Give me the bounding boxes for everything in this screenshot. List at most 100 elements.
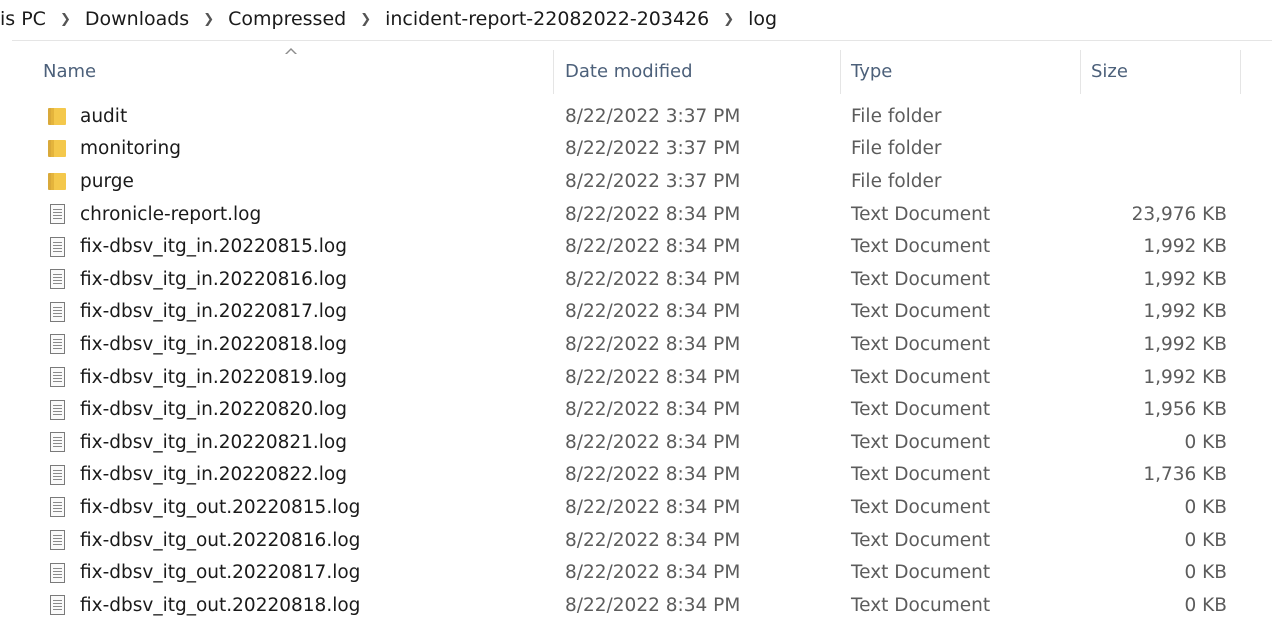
file-size: 1,992 KB [1143,366,1227,388]
file-name: fix-dbsv_itg_in.20220815.log [80,236,347,258]
breadcrumb-downloads[interactable]: Downloads [81,8,193,30]
text-file-icon [49,562,65,583]
text-file-icon [49,367,65,388]
file-date-modified: 8/22/2022 8:34 PM [565,496,741,518]
file-name: fix-dbsv_itg_in.20220819.log [80,366,347,388]
chevron-right-icon[interactable]: ❯ [50,12,81,27]
file-row[interactable]: fix-dbsv_itg_in.20220817.log 8/22/2022 8:… [0,296,1272,329]
file-size: 1,992 KB [1143,301,1227,323]
text-file-icon [49,464,65,485]
breadcrumb-log[interactable]: log [744,8,781,30]
text-file-icon [49,497,65,518]
file-size: 0 KB [1184,594,1227,616]
file-name: fix-dbsv_itg_in.20220816.log [80,268,347,290]
file-name: monitoring [80,138,181,160]
file-icon-cell [46,393,68,426]
file-name: fix-dbsv_itg_out.20220818.log [80,594,361,616]
file-row[interactable]: purge 8/22/2022 3:37 PM File folder [0,165,1272,198]
file-name: fix-dbsv_itg_in.20220822.log [80,464,347,486]
file-size: 1,956 KB [1143,399,1227,421]
file-name: purge [80,170,134,192]
file-date-modified: 8/22/2022 8:34 PM [565,594,741,616]
file-row[interactable]: fix-dbsv_itg_in.20220821.log 8/22/2022 8:… [0,426,1272,459]
file-size: 1,992 KB [1143,333,1227,355]
text-file-icon [49,530,65,551]
file-name: fix-dbsv_itg_in.20220817.log [80,301,347,323]
file-row[interactable]: fix-dbsv_itg_in.20220820.log 8/22/2022 8:… [0,393,1272,426]
file-row[interactable]: chronicle-report.log 8/22/2022 8:34 PM Tex… [0,198,1272,231]
file-icon-cell [46,426,68,459]
file-type: Text Document [851,236,991,258]
file-type: Text Document [851,529,991,551]
file-row[interactable]: fix-dbsv_itg_out.20220817.log 8/22/2022 8… [0,556,1272,589]
file-list: audit 8/22/2022 3:37 PM File folder monitor… [0,100,1272,622]
text-file-icon [49,301,65,322]
file-type: Text Document [851,301,991,323]
file-size: 0 KB [1184,529,1227,551]
file-date-modified: 8/22/2022 8:34 PM [565,268,741,290]
column-header-type[interactable]: Type [851,44,1077,98]
file-icon-cell [46,524,68,557]
file-row[interactable]: fix-dbsv_itg_out.20220816.log 8/22/2022 8… [0,524,1272,557]
file-size: 1,992 KB [1143,268,1227,290]
chevron-right-icon[interactable]: ❯ [350,12,381,27]
file-size: 0 KB [1184,496,1227,518]
file-type: Text Document [851,562,991,584]
file-icon-cell [46,263,68,296]
file-row[interactable]: fix-dbsv_itg_out.20220818.log 8/22/2022 8… [0,589,1272,622]
breadcrumb-compressed[interactable]: Compressed [224,8,350,30]
file-icon-cell [46,328,68,361]
file-date-modified: 8/22/2022 3:37 PM [565,138,741,160]
file-row[interactable]: fix-dbsv_itg_in.20220818.log 8/22/2022 8:… [0,328,1272,361]
column-header-date-modified[interactable]: Date modified [565,44,839,98]
column-resize-handle[interactable] [1080,50,1081,94]
file-name: fix-dbsv_itg_in.20220818.log [80,333,347,355]
breadcrumb: is PC ❯ Downloads ❯ Compressed ❯ inciden… [0,0,1272,38]
file-name: fix-dbsv_itg_out.20220817.log [80,562,361,584]
file-date-modified: 8/22/2022 8:34 PM [565,333,741,355]
file-row[interactable]: fix-dbsv_itg_in.20220819.log 8/22/2022 8:… [0,361,1272,394]
file-name: fix-dbsv_itg_in.20220821.log [80,431,347,453]
file-row[interactable]: fix-dbsv_itg_in.20220822.log 8/22/2022 8:… [0,459,1272,492]
column-resize-handle[interactable] [1240,50,1241,94]
file-type: Text Document [851,366,991,388]
file-row[interactable]: audit 8/22/2022 3:37 PM File folder [0,100,1272,133]
file-row[interactable]: fix-dbsv_itg_in.20220815.log 8/22/2022 8:… [0,230,1272,263]
column-header-size[interactable]: Size [1091,44,1239,98]
file-size: 1,736 KB [1143,464,1227,486]
file-date-modified: 8/22/2022 8:34 PM [565,562,741,584]
text-file-icon [49,432,65,453]
file-name: chronicle-report.log [80,203,262,225]
file-name: fix-dbsv_itg_out.20220816.log [80,529,361,551]
file-icon-cell [46,459,68,492]
column-resize-handle[interactable] [553,50,554,94]
file-icon-cell [46,230,68,263]
file-type: Text Document [851,594,991,616]
file-date-modified: 8/22/2022 8:34 PM [565,203,741,225]
file-row[interactable]: monitoring 8/22/2022 3:37 PM File folder [0,133,1272,166]
chevron-right-icon[interactable]: ❯ [193,12,224,27]
file-date-modified: 8/22/2022 8:34 PM [565,366,741,388]
file-row[interactable]: fix-dbsv_itg_out.20220815.log 8/22/2022 8… [0,491,1272,524]
file-date-modified: 8/22/2022 8:34 PM [565,431,741,453]
file-icon-cell [46,361,68,394]
file-type: File folder [851,138,942,160]
file-icon-cell [46,198,68,231]
text-file-icon [49,595,65,616]
chevron-right-icon[interactable]: ❯ [713,12,744,27]
breadcrumb-incident-report[interactable]: incident-report-22082022-203426 [381,8,713,30]
file-type: Text Document [851,203,991,225]
file-size: 0 KB [1184,562,1227,584]
file-name: fix-dbsv_itg_out.20220815.log [80,496,361,518]
column-resize-handle[interactable] [840,50,841,94]
breadcrumb-this-pc[interactable]: is PC [0,8,50,30]
folder-icon [48,107,66,125]
file-date-modified: 8/22/2022 8:34 PM [565,301,741,323]
file-icon-cell [46,100,68,133]
text-file-icon [49,204,65,225]
file-row[interactable]: fix-dbsv_itg_in.20220816.log 8/22/2022 8:… [0,263,1272,296]
file-date-modified: 8/22/2022 8:34 PM [565,399,741,421]
file-icon-cell [46,133,68,166]
text-file-icon [49,334,65,355]
column-header-name[interactable]: Name [43,44,551,98]
